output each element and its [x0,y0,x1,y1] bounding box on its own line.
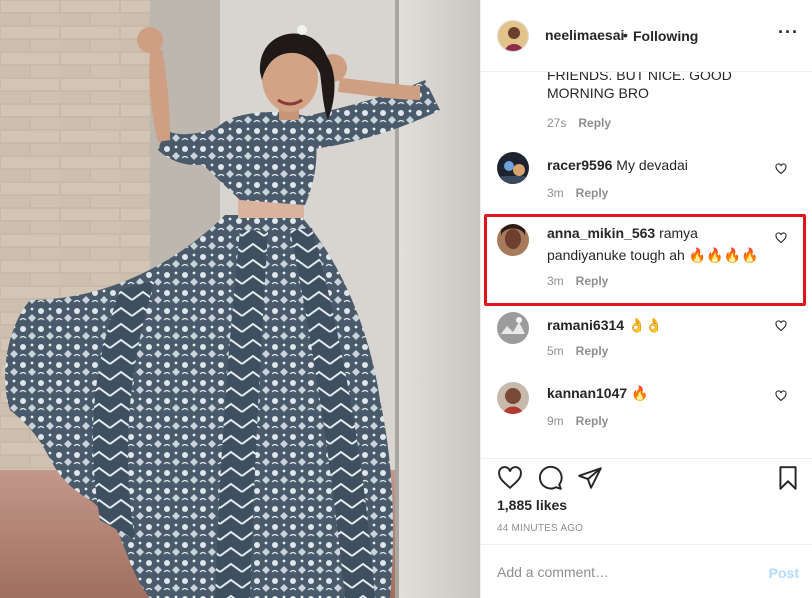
add-comment-bar: Post [481,544,812,598]
reply-button[interactable]: Reply [576,414,609,428]
comment-time: 9m [547,414,564,428]
comment-text: racer9596 My devadai [547,157,688,173]
like-comment-heart-icon[interactable] [775,320,787,332]
comment-meta: 3m Reply [547,186,620,200]
author-username[interactable]: neelimaesai [545,27,624,43]
separator-dot: • [623,27,628,43]
comment-time: 3m [547,186,564,200]
commenter-username[interactable]: ramani6314 [547,317,624,333]
post-header: neelimaesai • Following ··· [481,0,812,72]
comment-icon[interactable] [537,465,563,491]
comment-input[interactable] [497,564,747,580]
photo-illustration [0,0,480,598]
reply-button[interactable]: Reply [576,186,609,200]
comment-text: kannan1047 🔥 [547,385,649,401]
heart-icon[interactable] [497,465,523,491]
author-avatar[interactable] [497,20,529,52]
comment-time: 5m [547,344,564,358]
more-options-icon[interactable]: ··· [778,22,799,43]
post-comment-button[interactable]: Post [769,565,799,581]
comment-text: FRIENDS. BUT NICE. GOOD MORNING BRO [547,72,732,101]
comment-text: ramani6314 👌👌 [547,317,663,333]
commenter-avatar[interactable] [497,382,529,414]
share-icon[interactable] [577,465,603,491]
post-actions: 1,885 likes 44 MINUTES AGO [481,458,812,544]
highlight-box [484,214,806,306]
bookmark-icon[interactable] [775,465,801,491]
comment-time: 27s [547,116,567,130]
post-sidebar: neelimaesai • Following ··· FRIENDS. BUT… [480,0,812,598]
likes-count[interactable]: 1,885 likes [497,497,567,513]
like-comment-heart-icon[interactable] [775,163,787,175]
like-comment-heart-icon[interactable] [775,390,787,402]
following-button[interactable]: Following [633,28,698,44]
reply-button[interactable]: Reply [578,116,611,130]
comments-list[interactable]: FRIENDS. BUT NICE. GOOD MORNING BRO 27s R… [481,72,812,458]
commenter-avatar[interactable] [497,312,529,344]
comment-meta: 9m Reply [547,414,620,428]
comment-meta: 27s Reply [547,116,623,130]
reply-button[interactable]: Reply [576,344,609,358]
commenter-avatar[interactable] [497,152,529,184]
post-timestamp: 44 MINUTES AGO [497,523,584,534]
commenter-username[interactable]: racer9596 [547,157,612,173]
commenter-username[interactable]: kannan1047 [547,385,627,401]
comment-meta: 5m Reply [547,344,620,358]
post-photo[interactable] [0,0,480,598]
